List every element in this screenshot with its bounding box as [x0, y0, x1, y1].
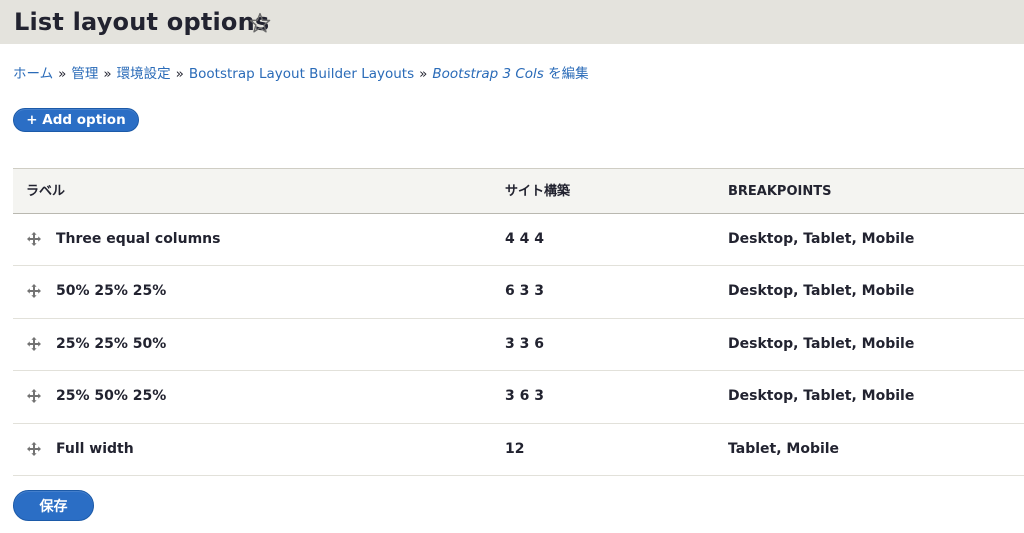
row-structure: 4 4 4 [505, 231, 544, 247]
drag-handle-icon[interactable] [26, 441, 42, 457]
breadcrumb-separator: » [58, 66, 67, 82]
save-button[interactable]: 保存 [13, 490, 94, 521]
column-header-structure: サイト構築 [505, 184, 571, 199]
row-label: Three equal columns [56, 231, 221, 247]
table-row: 25% 25% 50% 3 3 6 Desktop, Tablet, Mobil… [13, 319, 1024, 372]
row-structure: 3 3 6 [505, 335, 544, 352]
table-row: Three equal columns 4 4 4 Desktop, Table… [13, 214, 1024, 267]
breadcrumb-link-admin[interactable]: 管理 [71, 66, 98, 82]
page-title: List layout options [14, 8, 270, 36]
row-breakpoints: Tablet, Mobile [728, 440, 840, 457]
row-structure: 6 3 3 [505, 283, 544, 300]
table-row: 50% 25% 25% 6 3 3 Desktop, Tablet, Mobil… [13, 266, 1024, 319]
breadcrumb-separator: » [103, 66, 112, 82]
row-breakpoints: Desktop, Tablet, Mobile [728, 335, 915, 352]
row-label: 25% 25% 50% [56, 335, 167, 352]
breadcrumb-separator: » [419, 66, 428, 82]
page-header: List layout options [0, 0, 1024, 44]
row-structure: 3 6 3 [505, 388, 544, 405]
row-breakpoints: Desktop, Tablet, Mobile [728, 283, 915, 300]
drag-handle-icon[interactable] [26, 336, 42, 352]
row-label: 50% 25% 25% [56, 283, 167, 300]
column-header-breakpoints: BREAKPOINTS [728, 184, 832, 199]
row-breakpoints: Desktop, Tablet, Mobile [728, 231, 915, 247]
breadcrumb-link-config[interactable]: 環境設定 [117, 66, 171, 82]
breadcrumb-link-layouts[interactable]: Bootstrap Layout Builder Layouts [189, 66, 414, 82]
row-label: Full width [56, 440, 134, 457]
breadcrumb-link-home[interactable]: ホーム [13, 66, 53, 82]
drag-handle-icon[interactable] [26, 388, 42, 404]
row-label: 25% 50% 25% [56, 388, 167, 405]
row-structure: 12 [505, 440, 525, 457]
column-header-label: ラベル [26, 184, 66, 199]
breadcrumb-current-suffix: を編集 [543, 66, 589, 82]
layout-options-table: ラベル サイト構築 BREAKPOINTS Three equal column… [13, 168, 1024, 476]
drag-handle-icon[interactable] [26, 283, 42, 299]
table-header: ラベル サイト構築 BREAKPOINTS [13, 168, 1024, 214]
breadcrumb-current-name: Bootstrap 3 Cols [432, 66, 544, 82]
breadcrumb: ホーム» 管理» 環境設定» Bootstrap Layout Builder Lay… [13, 64, 589, 84]
breadcrumb-separator: » [175, 66, 184, 82]
breadcrumb-link-current[interactable]: Bootstrap 3 Cols を編集 [432, 66, 588, 82]
table-row: 25% 50% 25% 3 6 3 Desktop, Tablet, Mobil… [13, 371, 1024, 424]
star-outline-icon[interactable] [248, 11, 272, 35]
row-breakpoints: Desktop, Tablet, Mobile [728, 388, 915, 405]
table-row: Full width 12 Tablet, Mobile [13, 424, 1024, 476]
add-option-button[interactable]: + Add option [13, 108, 139, 132]
drag-handle-icon[interactable] [26, 231, 42, 247]
